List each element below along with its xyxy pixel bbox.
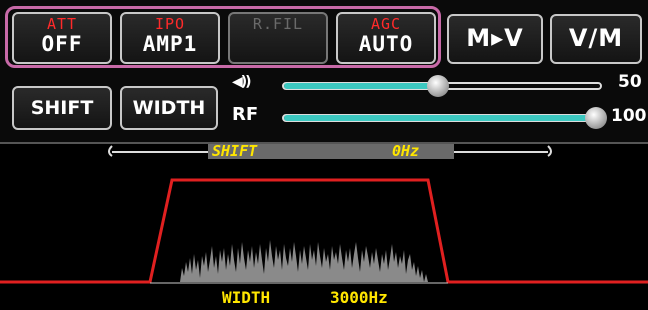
volume-icon: ◀)): [232, 74, 252, 90]
volume-fill: [284, 83, 438, 89]
width-button[interactable]: WIDTH: [120, 86, 218, 130]
scope-graphics: [0, 144, 648, 284]
width-value: 3000Hz: [330, 288, 388, 307]
rf-fill: [284, 115, 592, 121]
shift-label: SHIFT: [212, 142, 258, 160]
memory-to-vfo-button[interactable]: M▸V: [447, 14, 543, 64]
audio-spectrum: [180, 240, 428, 282]
rf-value: 100: [611, 106, 647, 126]
passband-scope[interactable]: SHIFT 0Hz WIDTH 3000Hz: [0, 142, 648, 310]
rf-label: RF: [232, 104, 259, 125]
selection-highlight: [5, 6, 441, 68]
shift-value: 0Hz: [392, 142, 420, 160]
width-label: WIDTH: [222, 288, 271, 307]
shift-button[interactable]: SHIFT: [12, 86, 112, 130]
vfo-memory-button[interactable]: V/M: [550, 14, 642, 64]
volume-knob[interactable]: [427, 75, 449, 97]
volume-value: 50: [618, 72, 642, 92]
rf-knob[interactable]: [585, 107, 607, 129]
